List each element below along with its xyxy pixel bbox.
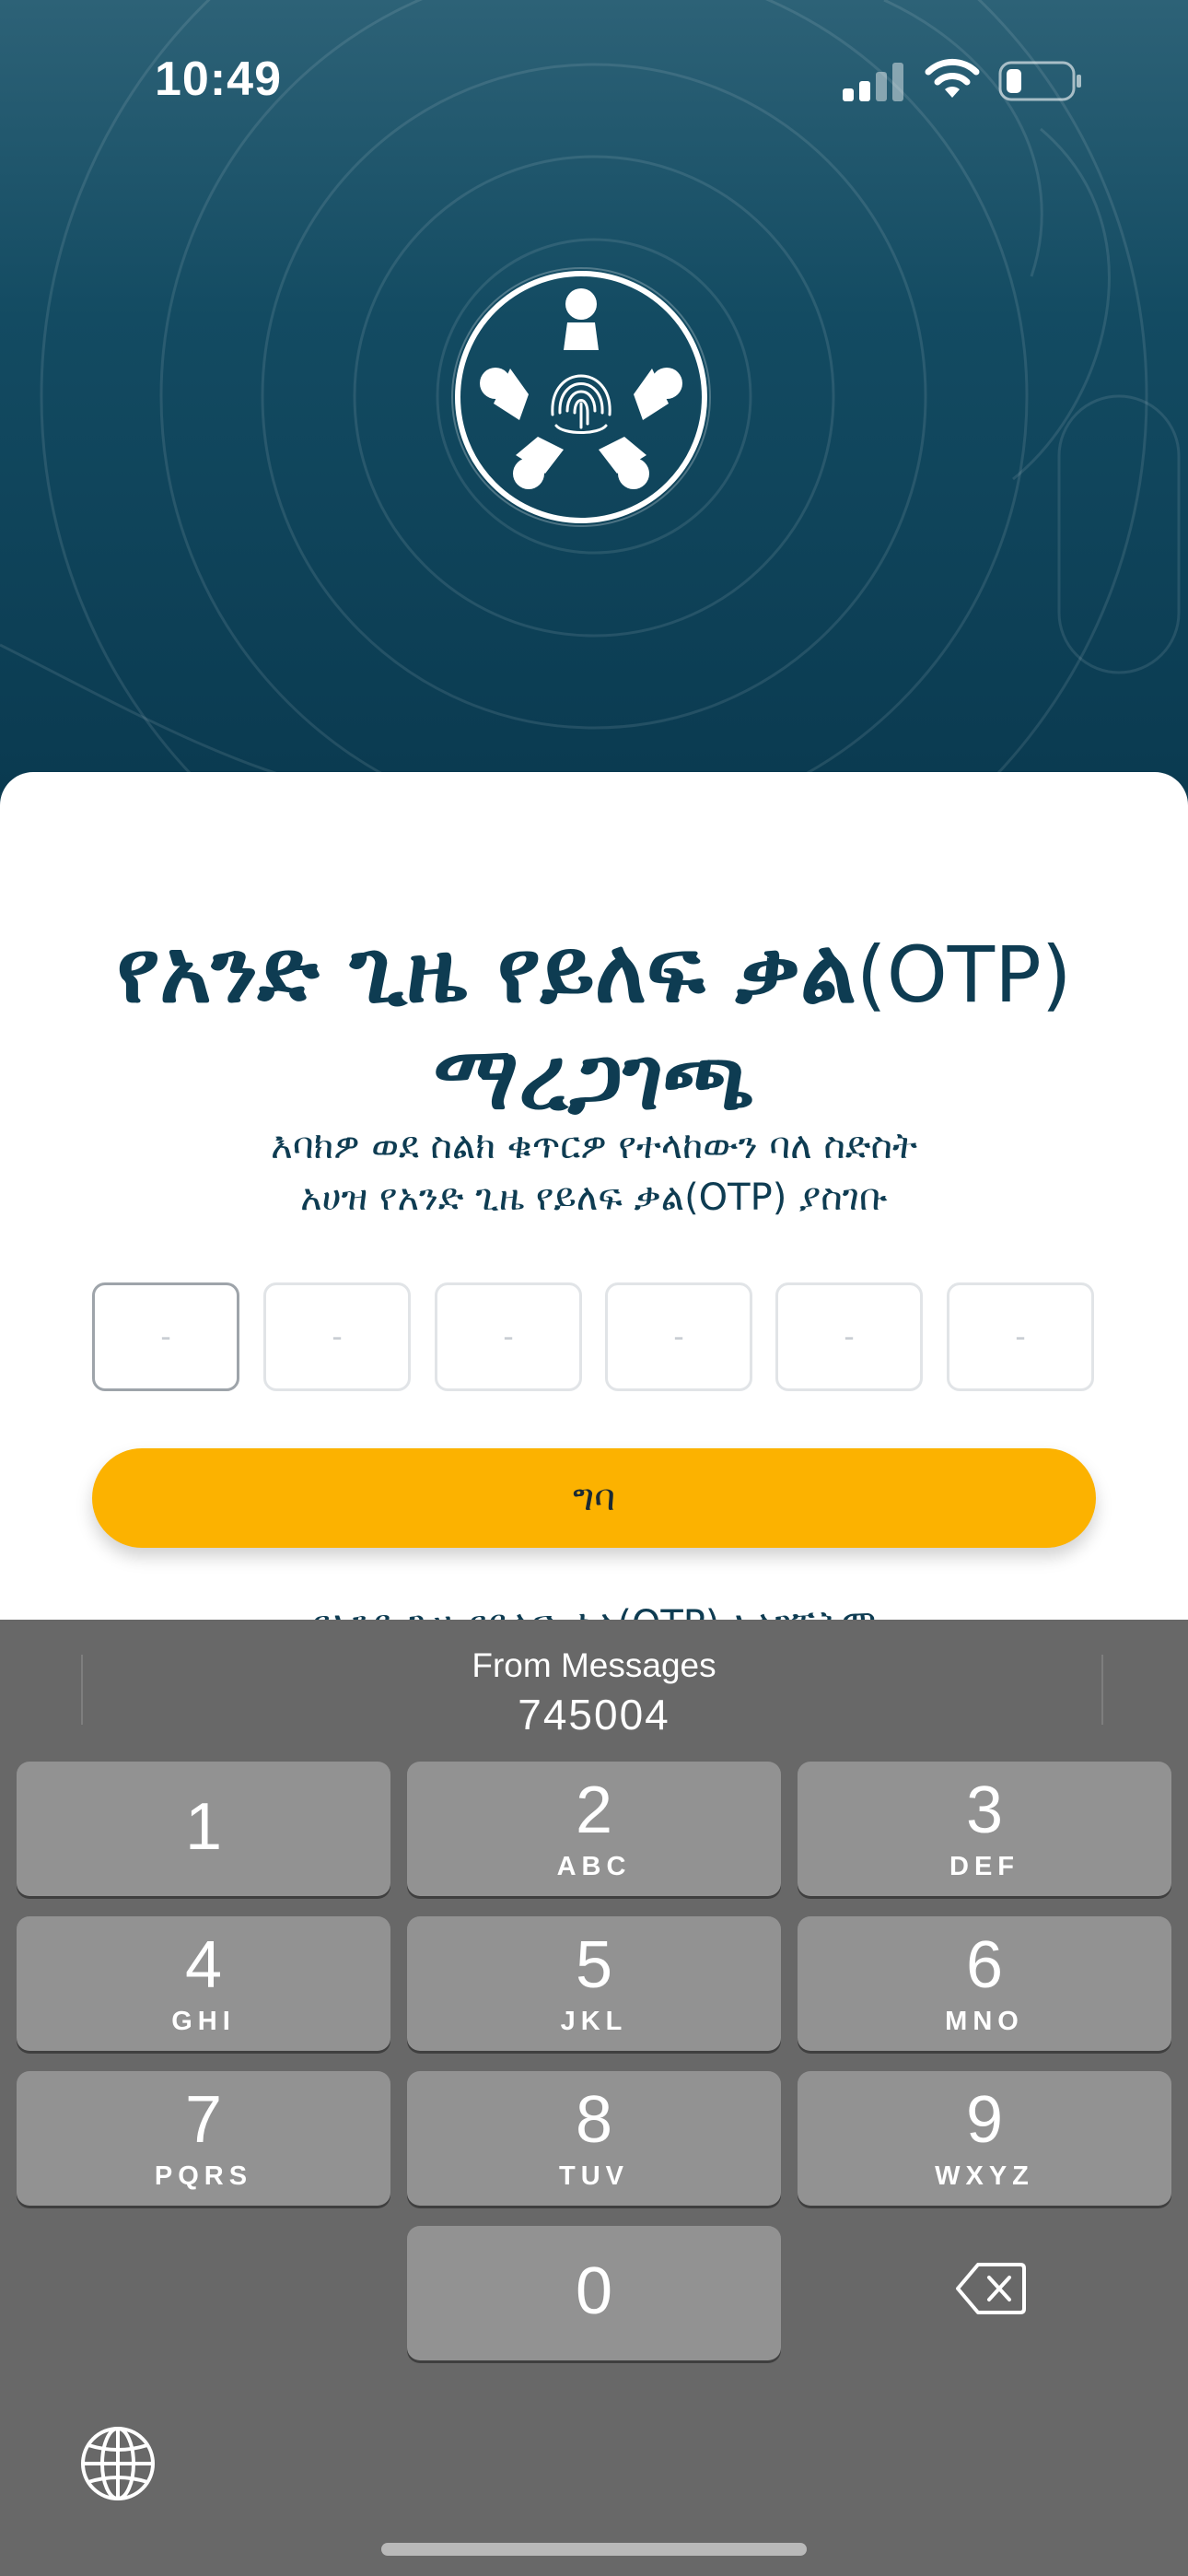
key-letters: GHI — [171, 2007, 236, 2036]
title-line2: ማረጋገጫ — [433, 1026, 755, 1130]
key-3[interactable]: 3 DEF — [798, 1762, 1171, 1896]
instructions-line2: አሀዝ የአንድ ጊዜ የይለፍ ቃል(OTP) ያስገቡ — [300, 1177, 888, 1219]
battery-icon — [998, 61, 1081, 101]
key-digit: 2 — [575, 1774, 613, 1847]
otp-digit-5[interactable]: - — [775, 1282, 923, 1391]
key-letters: PQRS — [154, 2161, 253, 2191]
key-digit: 9 — [965, 2083, 1004, 2157]
key-digit: 3 — [965, 1774, 1004, 1847]
otp-digit-3[interactable]: - — [435, 1282, 582, 1391]
key-digit: 6 — [965, 1928, 1004, 2002]
key-4[interactable]: 4 GHI — [17, 1916, 390, 2051]
status-time: 10:49 — [155, 53, 282, 106]
suggestion-code: 745004 — [518, 1691, 670, 1739]
key-letters: DEF — [949, 1852, 1019, 1881]
key-8[interactable]: 8 TUV — [407, 2071, 781, 2206]
app-logo — [451, 267, 711, 527]
key-digit: 1 — [184, 1790, 223, 1864]
key-letters: MNO — [945, 2007, 1024, 2036]
otp-digit-4[interactable]: - — [605, 1282, 752, 1391]
suggestion-source: From Messages — [472, 1646, 716, 1684]
otp-digit-6[interactable]: - — [947, 1282, 1094, 1391]
globe-icon[interactable] — [79, 2425, 157, 2502]
key-7[interactable]: 7 PQRS — [17, 2071, 390, 2206]
page-title: የአንድ ጊዜ የይለፍ ቃል(OTP) ማረጋገጫ — [0, 919, 1188, 1130]
instructions-text: እባክዎ ወደ ስልክ ቁጥርዎ የተላከውን ባለ ስድስት አሀዝ የአንድ… — [0, 1120, 1188, 1224]
key-1[interactable]: 1 — [17, 1762, 390, 1896]
home-indicator[interactable] — [381, 2543, 807, 2556]
key-6[interactable]: 6 MNO — [798, 1916, 1171, 2051]
otp-card: የአንድ ጊዜ የይለፍ ቃል(OTP) ማረጋገጫ እባክዎ ወደ ስልክ ቁ… — [0, 772, 1188, 1693]
title-main: የአንድ ጊዜ የይለፍ ቃል — [116, 919, 856, 1023]
title-suffix: (OTP) — [856, 930, 1072, 1020]
otp-autofill-suggestion[interactable]: From Messages 745004 — [0, 1644, 1188, 1741]
key-digit: 0 — [575, 2254, 613, 2328]
otp-input-group: - - - - - - — [92, 1282, 1098, 1393]
key-digit: 5 — [575, 1928, 613, 2002]
key-5[interactable]: 5 JKL — [407, 1916, 781, 2051]
otp-digit-1[interactable]: - — [92, 1282, 239, 1391]
key-digit: 7 — [184, 2083, 223, 2157]
key-0[interactable]: 0 — [407, 2226, 781, 2360]
otp-digit-2[interactable]: - — [263, 1282, 411, 1391]
header-banner: 10:49 — [0, 0, 1188, 792]
cellular-signal-icon — [843, 63, 903, 101]
wifi-icon — [925, 58, 980, 98]
key-9[interactable]: 9 WXYZ — [798, 2071, 1171, 2206]
key-letters: TUV — [559, 2161, 629, 2191]
key-digit: 8 — [575, 2083, 613, 2157]
delete-backspace-icon[interactable] — [956, 2261, 1026, 2316]
key-letters: WXYZ — [935, 2161, 1034, 2191]
enter-button[interactable]: ግባ — [92, 1448, 1096, 1548]
status-bar: 10:49 — [0, 0, 1188, 157]
instructions-line1: እባክዎ ወደ ስልክ ቁጥርዎ የተላከውን ባለ ስድስት — [271, 1125, 917, 1167]
key-2[interactable]: 2 ABC — [407, 1762, 781, 1896]
key-letters: ABC — [556, 1852, 632, 1881]
key-letters: JKL — [560, 2007, 628, 2036]
key-digit: 4 — [184, 1928, 223, 2002]
